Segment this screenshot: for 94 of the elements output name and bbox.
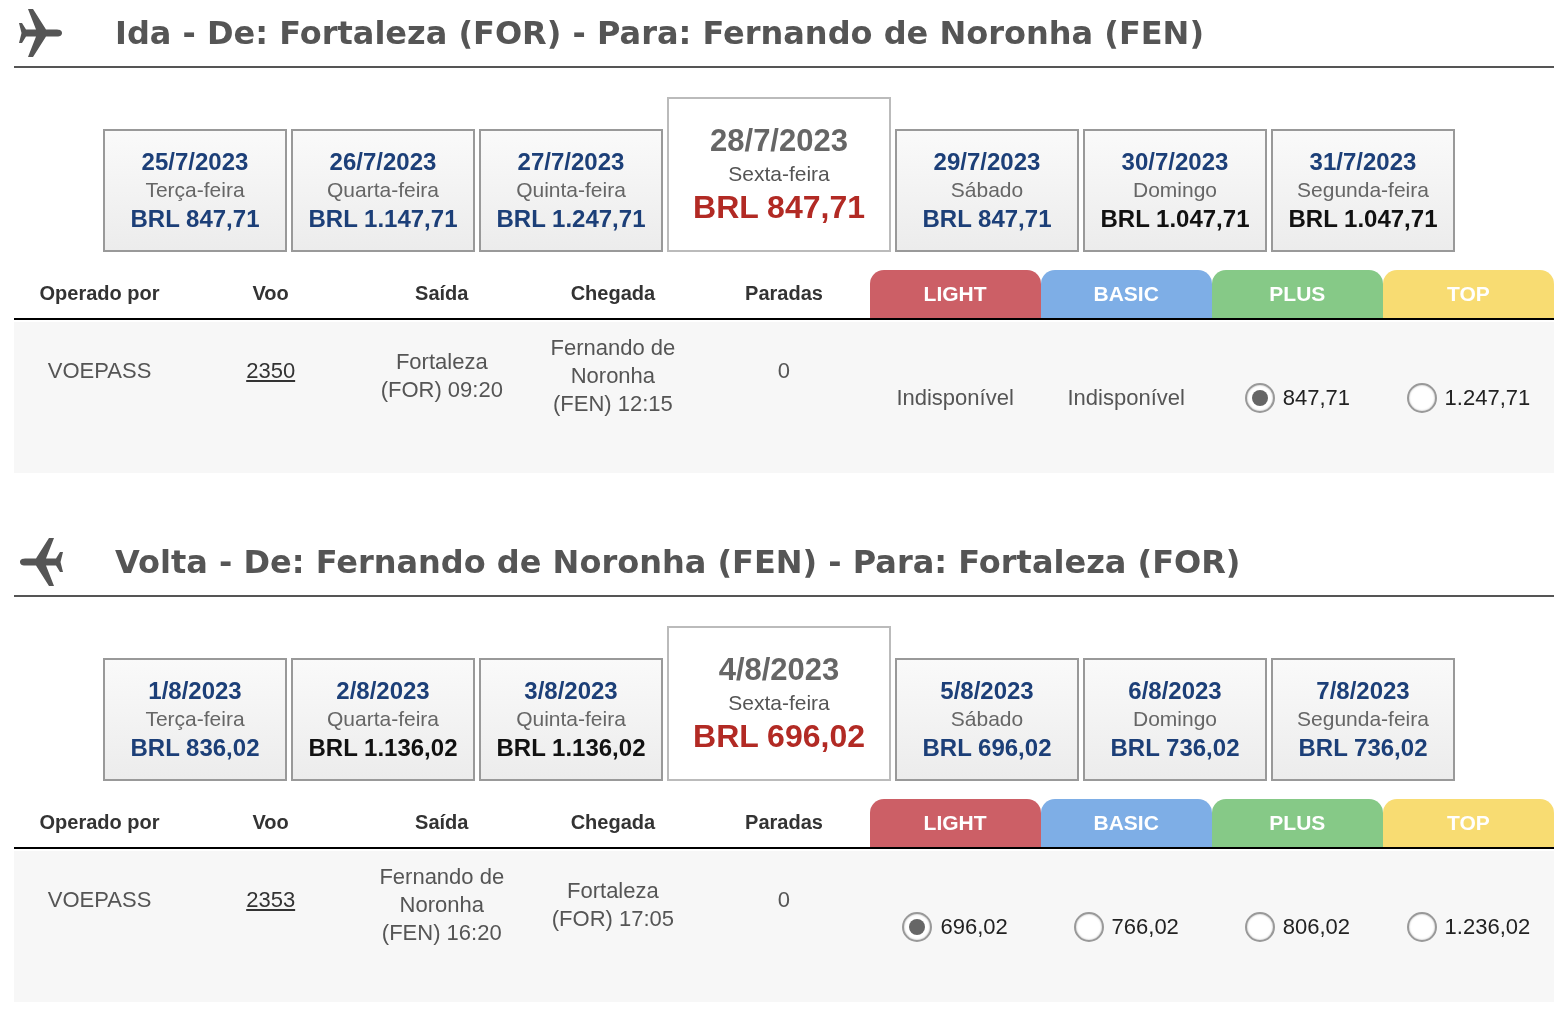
- operator-text: VOEPASS: [47, 887, 152, 914]
- radio-button[interactable]: [1244, 382, 1275, 413]
- column-header: Operado por: [38, 810, 161, 835]
- fare-price: 766,02: [1111, 913, 1179, 941]
- fare-price: 696,02: [940, 913, 1008, 941]
- flight-number-link[interactable]: 2353: [246, 887, 296, 1002]
- unavailable-text: Indisponível: [1067, 384, 1185, 412]
- date-text: 3/8/2023: [524, 676, 618, 707]
- weekday-text: Domingo: [1132, 177, 1217, 204]
- date-tab[interactable]: 28/7/2023 Sexta-feira BRL 847,71: [667, 97, 891, 252]
- weekday-text: Quarta-feira: [326, 706, 439, 733]
- arrival-text: Fortaleza (FOR) 17:05: [550, 877, 675, 933]
- section-title: Ida - De: Fortaleza (FOR) - Para: Fernando de Noronha (FEN): [115, 13, 1204, 54]
- radio-button[interactable]: [1244, 911, 1275, 942]
- date-text: 1/8/2023: [148, 676, 242, 707]
- date-text: 26/7/2023: [329, 147, 437, 178]
- fare-price: 806,02: [1282, 913, 1350, 941]
- radio-button[interactable]: [1406, 382, 1437, 413]
- price-text: BRL 1.047,71: [1288, 203, 1438, 234]
- weekday-text: Quinta-feira: [516, 177, 626, 204]
- fare-price: 847,71: [1282, 384, 1350, 412]
- flight-number-link[interactable]: 2350: [246, 358, 296, 473]
- stops-text: 0: [777, 887, 791, 914]
- section-title: Volta - De: Fernando de Noronha (FEN) - Para: Fortaleza (FOR): [115, 542, 1241, 583]
- operator-text: VOEPASS: [47, 358, 152, 385]
- fare-price: 1.247,71: [1444, 384, 1531, 412]
- date-tab[interactable]: 7/8/2023 Segunda-feira BRL 736,02: [1271, 658, 1455, 781]
- weekday-text: Sexta-feira: [728, 160, 830, 187]
- radio-button[interactable]: [1406, 911, 1437, 942]
- date-text: 4/8/2023: [718, 651, 840, 689]
- date-text: 27/7/2023: [517, 147, 625, 178]
- departure-text: Fortaleza (FOR) 09:20: [379, 348, 504, 404]
- weekday-text: Terça-feira: [145, 177, 245, 204]
- column-header: Voo: [251, 810, 290, 835]
- fare-price: 1.236,02: [1444, 913, 1531, 941]
- price-text: BRL 736,02: [1110, 732, 1240, 763]
- column-header: Saída: [414, 281, 470, 306]
- date-tab[interactable]: 31/7/2023 Segunda-feira BRL 1.047,71: [1271, 129, 1455, 252]
- price-text: BRL 847,71: [693, 188, 865, 227]
- weekday-text: Quinta-feira: [516, 706, 626, 733]
- column-header: Paradas: [744, 810, 824, 835]
- column-header: Chegada: [569, 281, 657, 306]
- date-text: 7/8/2023: [1316, 676, 1410, 707]
- fare-tab[interactable]: LIGHT: [869, 799, 1041, 847]
- date-text: 29/7/2023: [933, 147, 1041, 178]
- departure-text: Fernando de Noronha (FEN) 16:20: [378, 863, 506, 947]
- date-text: 25/7/2023: [141, 147, 249, 178]
- price-text: BRL 1.047,71: [1100, 203, 1250, 234]
- weekday-text: Segunda-feira: [1297, 177, 1429, 204]
- date-tab[interactable]: 25/7/2023 Terça-feira BRL 847,71: [103, 129, 287, 252]
- date-text: 31/7/2023: [1309, 147, 1417, 178]
- unavailable-text: Indisponível: [896, 384, 1014, 412]
- price-text: BRL 847,71: [922, 203, 1052, 234]
- price-text: BRL 1.136,02: [308, 732, 458, 763]
- price-text: BRL 696,02: [693, 717, 865, 756]
- date-text: 5/8/2023: [940, 676, 1034, 707]
- radio-button[interactable]: [902, 911, 933, 942]
- date-tab[interactable]: 3/8/2023 Quinta-feira BRL 1.136,02: [479, 658, 663, 781]
- price-text: BRL 847,71: [130, 203, 260, 234]
- date-tab[interactable]: 2/8/2023 Quarta-feira BRL 1.136,02: [291, 658, 475, 781]
- column-header: Paradas: [744, 281, 824, 306]
- date-tab[interactable]: 26/7/2023 Quarta-feira BRL 1.147,71: [291, 129, 475, 252]
- date-tab[interactable]: 1/8/2023 Terça-feira BRL 836,02: [103, 658, 287, 781]
- price-text: BRL 1.247,71: [496, 203, 646, 234]
- arrival-text: Fernando de Noronha (FEN) 12:15: [549, 334, 677, 418]
- date-text: 30/7/2023: [1121, 147, 1229, 178]
- weekday-text: Quarta-feira: [326, 177, 439, 204]
- date-tab[interactable]: 30/7/2023 Domingo BRL 1.047,71: [1083, 129, 1267, 252]
- column-header: Operado por: [38, 281, 161, 306]
- price-text: BRL 836,02: [130, 732, 260, 763]
- weekday-text: Sexta-feira: [728, 689, 830, 716]
- price-text: BRL 696,02: [922, 732, 1052, 763]
- date-tab[interactable]: 27/7/2023 Quinta-feira BRL 1.247,71: [479, 129, 663, 252]
- column-header: Chegada: [569, 810, 657, 835]
- price-text: BRL 736,02: [1298, 732, 1428, 763]
- radio-button[interactable]: [1073, 911, 1104, 942]
- weekday-text: Sábado: [950, 706, 1024, 733]
- weekday-text: Sábado: [950, 177, 1024, 204]
- weekday-text: Terça-feira: [145, 706, 245, 733]
- date-tab[interactable]: 29/7/2023 Sábado BRL 847,71: [895, 129, 1079, 252]
- date-tab[interactable]: 4/8/2023 Sexta-feira BRL 696,02: [667, 626, 891, 781]
- price-text: BRL 1.136,02: [496, 732, 646, 763]
- date-tab[interactable]: 5/8/2023 Sábado BRL 696,02: [895, 658, 1079, 781]
- weekday-text: Domingo: [1132, 706, 1217, 733]
- stops-text: 0: [777, 358, 791, 385]
- date-tab[interactable]: 6/8/2023 Domingo BRL 736,02: [1083, 658, 1267, 781]
- weekday-text: Segunda-feira: [1297, 706, 1429, 733]
- date-text: 28/7/2023: [710, 122, 848, 160]
- date-text: 2/8/2023: [336, 676, 430, 707]
- price-text: BRL 1.147,71: [308, 203, 458, 234]
- column-header: Voo: [251, 281, 290, 306]
- column-header: Saída: [414, 810, 470, 835]
- fare-tab[interactable]: LIGHT: [869, 270, 1041, 318]
- date-text: 6/8/2023: [1128, 676, 1222, 707]
